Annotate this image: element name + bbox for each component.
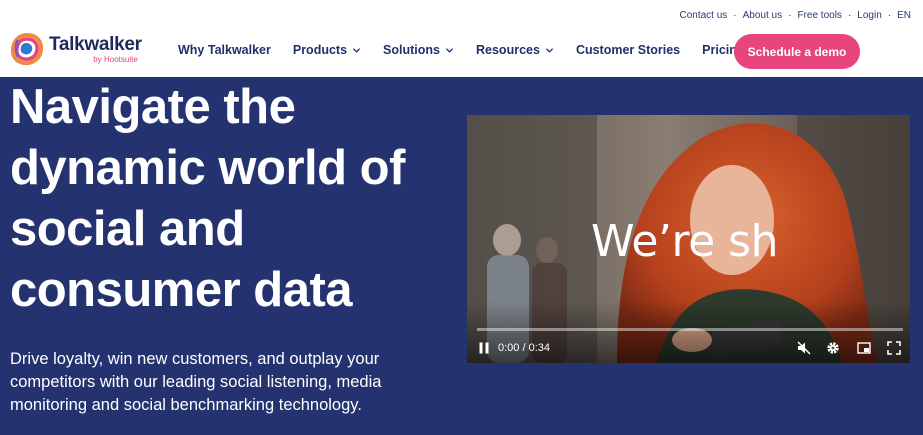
logo-subtitle: by Hootsuite (93, 54, 138, 64)
chevron-down-icon (545, 47, 554, 53)
hero-title-line: social and (10, 202, 245, 256)
hero-title-line: consumer data (10, 263, 353, 317)
mute-icon[interactable] (797, 341, 811, 355)
hero-title-line: Navigate the (10, 80, 296, 134)
main-nav: Why Talkwalker Products Solutions Resour… (178, 43, 745, 57)
schedule-demo-button[interactable]: Schedule a demo (734, 34, 860, 69)
about-us-link[interactable]: About us (743, 10, 782, 21)
hero-title: Navigate the dynamic world of social and… (10, 77, 450, 321)
video-controls: 0:00 / 0:34 (467, 335, 910, 363)
chevron-down-icon (445, 47, 454, 53)
nav-label: Products (292, 43, 348, 57)
video-time: 0:00 / 0:34 (498, 342, 550, 354)
nav-label: Resources (476, 43, 540, 57)
nav-label: Customer Stories (575, 43, 681, 57)
hero-title-line: dynamic world of (10, 141, 405, 195)
utility-separator: · (887, 10, 892, 21)
utility-separator: · (847, 10, 852, 21)
utility-separator: · (788, 10, 792, 21)
fullscreen-icon[interactable] (887, 341, 901, 355)
nav-resources[interactable]: Resources (476, 43, 554, 57)
hero-subtitle: Drive loyalty, win new customers, and ou… (10, 348, 410, 417)
login-link[interactable]: Login (857, 10, 881, 21)
settings-gear-icon[interactable] (826, 341, 840, 355)
free-tools-link[interactable]: Free tools (797, 10, 841, 21)
pause-icon[interactable] (477, 341, 491, 355)
utility-separator: · (733, 10, 737, 21)
contact-us-link[interactable]: Contact us (679, 10, 727, 21)
nav-customer-stories[interactable]: Customer Stories (576, 43, 680, 57)
video-progress-bar[interactable] (477, 328, 903, 331)
nav-solutions[interactable]: Solutions (383, 43, 454, 57)
chevron-down-icon (352, 47, 361, 53)
hero-subtitle-line: competitors with our leading social list… (10, 373, 382, 391)
utility-bar: Contact us · About us · Free tools · Log… (679, 10, 911, 21)
hero-subtitle-line: Drive loyalty, win new customers, and ou… (10, 350, 380, 368)
logo-mark-icon (10, 32, 44, 66)
logo-name: Talkwalker (49, 33, 142, 55)
nav-label: Solutions (383, 43, 440, 57)
nav-products[interactable]: Products (293, 43, 361, 57)
nav-why-talkwalker[interactable]: Why Talkwalker (178, 43, 271, 57)
hero-subtitle-line: monitoring and social benchmarking techn… (10, 396, 362, 414)
language-selector[interactable]: EN (897, 10, 911, 21)
picture-in-picture-icon[interactable] (857, 341, 871, 355)
nav-label: Why Talkwalker (178, 43, 271, 57)
video-caption: We’re sh (591, 216, 778, 267)
talkwalker-logo[interactable]: Talkwalker by Hootsuite (10, 32, 142, 66)
video-player[interactable]: We’re sh 0:00 / 0:34 (467, 115, 910, 363)
site-header: Contact us · About us · Free tools · Log… (0, 0, 923, 77)
